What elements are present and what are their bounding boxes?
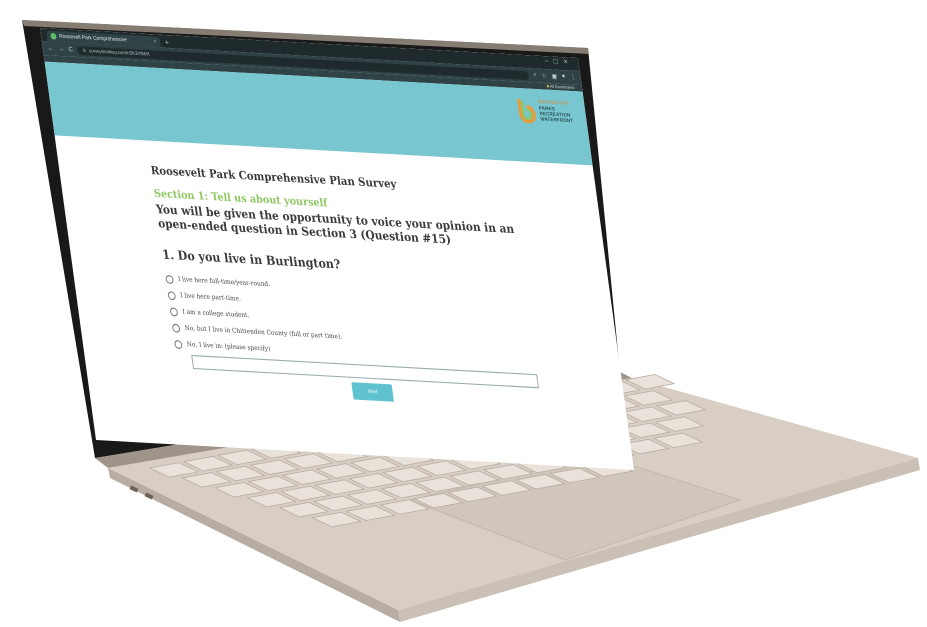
radio-button[interactable] [173,339,183,349]
window-controls[interactable]: –▢✕ [544,57,574,66]
laptop: Roosevelt Park Comprehensive × + –▢✕ ← →… [0,0,927,627]
radio-button[interactable] [169,306,179,317]
next-button[interactable]: Next [351,382,394,402]
radio-button[interactable] [167,290,177,300]
site-info-icon[interactable]: ⊙ [82,47,87,54]
back-arrow-icon[interactable]: ← [47,45,54,52]
toolbar-icons: ⌕ ☆ ▣ ● ⋮ [533,72,576,82]
option-label: I live here part-time. [179,291,242,303]
answer-options: I live here full-time/year-round. I live… [165,271,624,393]
url-text: surveymonkey.com/r/2K3Y9WX [88,47,151,57]
new-tab-icon[interactable]: + [165,39,170,47]
option-label: I live here full-time/year-round. [177,275,271,289]
screen: Roosevelt Park Comprehensive × + –▢✕ ← →… [40,28,635,471]
radio-button[interactable] [171,323,181,333]
logo-text: BURLINGTON PARKS RECREATION WATERFRONT [538,99,574,124]
surveymonkey-favicon-icon [50,32,57,40]
forward-arrow-icon[interactable]: → [58,46,65,53]
tab-title: Roosevelt Park Comprehensive [58,33,128,44]
logo-line: WATERFRONT [540,116,574,124]
menu-icon[interactable]: ⋮ [570,74,577,82]
search-icon[interactable]: ⌕ [533,72,537,80]
reload-icon[interactable]: C [68,46,73,53]
tab-close-icon[interactable]: × [153,39,157,46]
radio-button[interactable] [165,274,174,284]
burlington-parks-logo[interactable]: BURLINGTON PARKS RECREATION WATERFRONT [513,96,574,125]
star-icon[interactable]: ☆ [541,72,547,80]
survey-content: Roosevelt Park Comprehensive Plan Survey… [55,135,627,414]
profile-icon[interactable]: ● [561,73,566,81]
logo-mark-icon [513,96,538,124]
option-label: I am a college student. [182,308,250,320]
extensions-icon[interactable]: ▣ [551,73,557,81]
option-label: No, I live in: (please specify) [186,340,271,353]
